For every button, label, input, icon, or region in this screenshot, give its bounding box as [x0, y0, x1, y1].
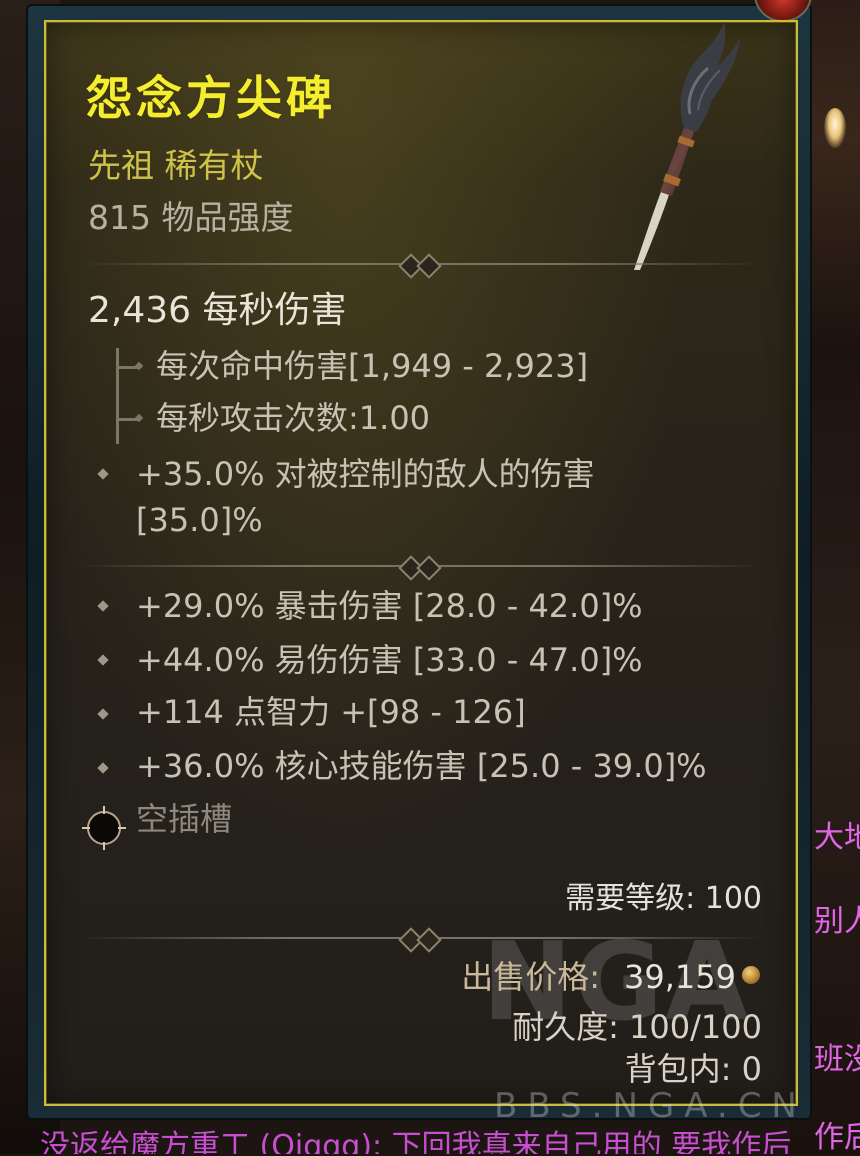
- socket-icon: [82, 806, 126, 850]
- dps-value: 2,436 每秒伤害: [88, 290, 347, 331]
- durability: 耐久度: 100/100: [512, 1008, 762, 1046]
- item-type: 先祖 稀有杖: [88, 146, 264, 185]
- sell-price-value: 39,159: [624, 958, 736, 996]
- affix-line: +114 点智力 +[98 - 126]: [136, 693, 526, 731]
- stat-tree-line: [116, 348, 119, 444]
- stat-tree-branch: [116, 418, 138, 421]
- implicit-affix: +35.0% 对被控制的敌人的伤害: [136, 455, 595, 493]
- affix-line: +29.0% 暴击伤害 [28.0 - 42.0]%: [136, 587, 643, 625]
- required-level: 需要等级: 100: [565, 881, 762, 916]
- chat-fragment: 大地: [814, 820, 860, 855]
- sell-price-label: 出售价格:: [461, 958, 600, 996]
- attacks-per-second: 每秒攻击次数:1.00: [156, 399, 431, 437]
- candle-light: [824, 108, 846, 148]
- implicit-affix-range: [35.0]%: [136, 501, 263, 539]
- in-bag-count: 背包内: 0: [624, 1050, 762, 1088]
- empty-socket-label: 空插槽: [136, 800, 233, 838]
- site-watermark: BBS.NGA.CN: [494, 1086, 807, 1126]
- gold-coin-icon: [742, 966, 760, 984]
- chat-fragment: 班没: [814, 1042, 860, 1077]
- damage-per-hit: 每次命中伤害[1,949 - 2,923]: [156, 347, 589, 385]
- divider: [80, 253, 762, 279]
- staff-icon: [634, 22, 740, 270]
- affix-line: +36.0% 核心技能伤害 [25.0 - 39.0]%: [136, 747, 707, 785]
- item-name: 怨念方尖碑: [86, 71, 336, 125]
- affix-line: +44.0% 易伤伤害 [33.0 - 47.0]%: [136, 641, 643, 679]
- stat-tree-branch: [116, 366, 138, 369]
- chat-fragment: 别人: [814, 904, 860, 939]
- item-power: 815 物品强度: [88, 198, 294, 237]
- divider: [80, 555, 762, 581]
